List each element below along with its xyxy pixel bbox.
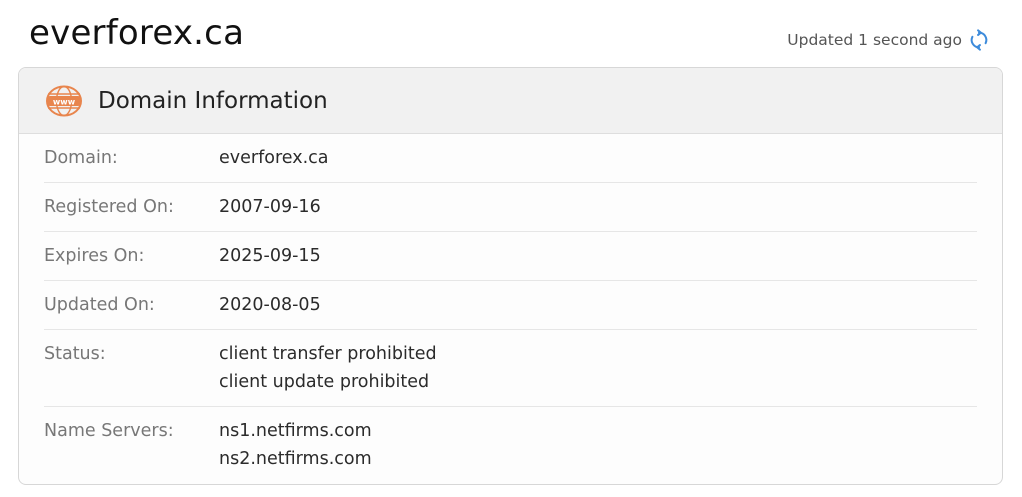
info-row-label: Expires On: [44,246,145,266]
card-title: Domain Information [98,87,328,114]
info-row-value: 2025-09-15 [219,242,321,270]
info-row-value: 2007-09-16 [219,193,321,221]
info-row: Registered On: 2007-09-16 [44,183,977,232]
info-row-value: ns1.netfirms.com ns2.netfirms.com [219,417,372,473]
info-value-line: 2020-08-05 [219,295,321,315]
info-value-line: ns1.netfirms.com [219,421,372,441]
refresh-icon[interactable] [968,29,990,51]
info-row-value: 2020-08-05 [219,291,321,319]
info-row: Name Servers: ns1.netfirms.com ns2.netfirm… [44,407,977,483]
info-value-line: client transfer prohibited [219,344,437,364]
info-value-line: 2007-09-16 [219,197,321,217]
info-row: Domain: everforex.ca [44,134,977,183]
info-row: Expires On: 2025-09-15 [44,232,977,281]
info-value-line: ns2.netfirms.com [219,449,372,469]
info-row-label: Updated On: [44,295,155,315]
info-row-label: Status: [44,344,106,364]
info-row: Updated On: 2020-08-05 [44,281,977,330]
info-rows: Domain: everforex.ca Registered On: 2007-09… [19,134,1002,483]
svg-text:www: www [53,97,76,106]
info-value-line: client update prohibited [219,372,430,392]
domain-info-card: www Domain Information Domain: everforex.… [18,67,1003,485]
info-row-value: client transfer prohibited client update … [219,340,437,396]
info-row: Status: client transfer prohibited client … [44,330,977,407]
info-row-value: everforex.ca [219,144,329,172]
info-row-label: Registered On: [44,197,174,217]
update-status: Updated 1 second ago [787,28,990,52]
updated-text: Updated 1 second ago [787,31,962,49]
page-title: everforex.ca [29,13,245,53]
info-row-label: Name Servers: [44,421,174,441]
info-value-line: 2025-09-15 [219,246,321,266]
www-globe-icon: www [46,85,82,116]
info-value-line: everforex.ca [219,148,329,168]
info-row-label: Domain: [44,148,118,168]
card-header: www Domain Information [19,68,1002,134]
